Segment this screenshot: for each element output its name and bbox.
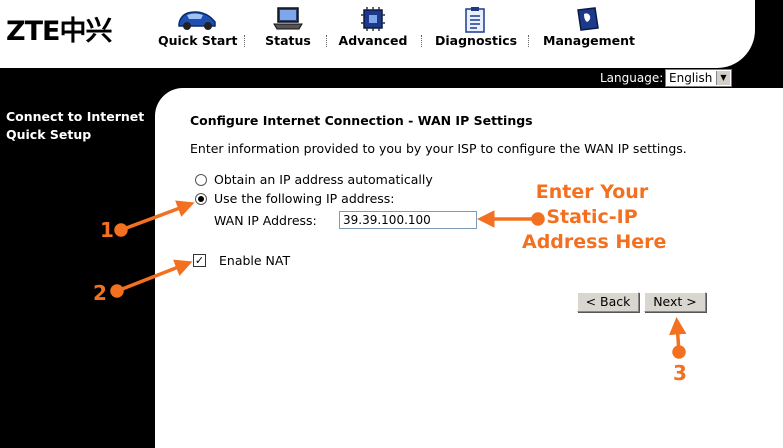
language-value: English (669, 71, 713, 85)
nav-label: Diagnostics (435, 33, 518, 48)
callout-line: Address Here (522, 231, 667, 253)
radio-use-following[interactable] (195, 193, 207, 205)
nav-separator (244, 35, 245, 47)
language-select[interactable]: English ▼ (665, 69, 732, 87)
nav-diagnostics[interactable]: Diagnostics (435, 0, 518, 60)
wan-ip-input[interactable] (339, 211, 477, 229)
page-title: Configure Internet Connection - WAN IP S… (190, 113, 533, 128)
nav-label: Advanced (338, 33, 408, 48)
header-bar: ZTE中兴 Quick Start Status Advanced Diagno… (0, 0, 783, 68)
clipboard-icon (465, 7, 485, 33)
chip-icon (361, 7, 385, 31)
enable-nat-checkbox[interactable]: ✓ (193, 254, 206, 267)
nav-label: Status (265, 33, 311, 48)
step-2-label: 2 (93, 281, 107, 305)
enable-nat-label: Enable NAT (219, 253, 291, 268)
nav-separator (528, 35, 529, 47)
nav-quick-start[interactable]: Quick Start (158, 0, 238, 60)
radio-use-following-label: Use the following IP address: (214, 191, 395, 206)
page-description: Enter information provided to you by you… (190, 141, 687, 156)
nav-separator (421, 35, 422, 47)
header-panel: ZTE中兴 Quick Start Status Advanced Diagno… (0, 0, 755, 68)
nav-separator (326, 35, 327, 47)
step-1-label: 1 (100, 218, 114, 242)
wan-ip-label: WAN IP Address: (214, 213, 317, 228)
nav-advanced[interactable]: Advanced (337, 0, 409, 60)
callout-line: Static-IP (546, 206, 638, 228)
chevron-down-icon[interactable]: ▼ (716, 71, 730, 85)
back-button[interactable]: < Back (577, 292, 639, 312)
step-3-label: 3 (673, 361, 687, 385)
nav-status[interactable]: Status (258, 0, 318, 60)
sidebar: Connect to Internet Quick Setup (0, 108, 155, 144)
language-label: Language: (600, 71, 664, 85)
sidebar-item-connect[interactable]: Connect to Internet (6, 108, 155, 126)
nav-management[interactable]: Management (543, 0, 636, 60)
radio-obtain-auto-label: Obtain an IP address automatically (214, 172, 433, 187)
sidebar-item-quick-setup[interactable]: Quick Setup (6, 126, 155, 144)
next-button[interactable]: Next > (644, 292, 706, 312)
callout-line: Enter Your (535, 181, 649, 203)
radio-obtain-auto[interactable] (195, 174, 207, 186)
laptop-icon (273, 7, 303, 30)
book-icon (577, 7, 599, 31)
nav-label: Quick Start (158, 33, 238, 48)
zte-logo: ZTE中兴 (6, 16, 112, 47)
nav-label: Management (543, 33, 636, 48)
static-ip-callout: Enter Your Static-IP Address Here (522, 180, 667, 255)
car-icon (178, 11, 216, 30)
